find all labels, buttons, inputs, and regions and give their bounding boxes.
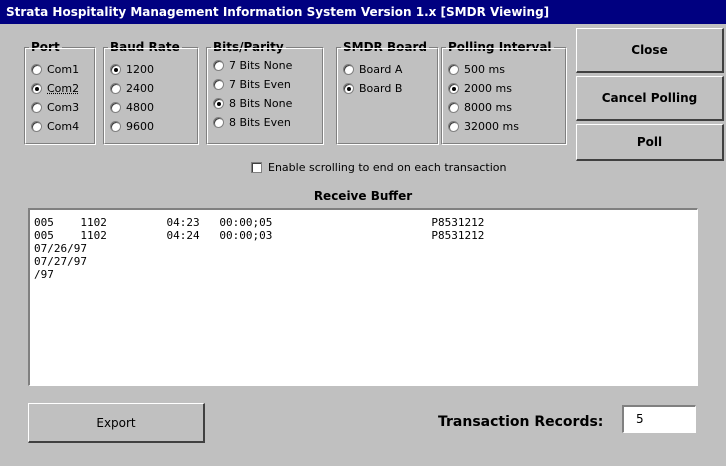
poll-radio-32000[interactable]: 32000 ms (448, 118, 519, 134)
smdr-radio-board-b[interactable]: Board B (343, 80, 402, 96)
poll-radio-500[interactable]: 500 ms (448, 61, 505, 77)
radio-button-icon (110, 63, 121, 75)
baud-radio-9600[interactable]: 9600 (110, 118, 154, 134)
baud-radio-1200[interactable]: 1200 (110, 61, 154, 77)
window-title: Strata Hospitality Management Informatio… (6, 5, 550, 19)
poll-radio-8000[interactable]: 8000 ms (448, 99, 512, 115)
radio-button-icon (343, 82, 354, 94)
bits-radio-8-even[interactable]: 8 Bits Even (213, 114, 291, 130)
port-group-label: Port (29, 39, 62, 55)
port-group: Port Com1 Com2 Com3 Com4 (24, 39, 96, 145)
smdr-board-group: SMDR Board Board A Board B (336, 39, 439, 145)
radio-button-icon (31, 120, 42, 132)
receive-buffer-textarea[interactable]: 005 1102 04:23 00:00;05 P8531212 005 110… (28, 208, 698, 386)
buffer-line: 07/27/97 (34, 255, 87, 268)
export-button[interactable]: Export (28, 403, 205, 443)
bits-radio-8-none[interactable]: 8 Bits None (213, 95, 292, 111)
radio-button-icon (213, 78, 224, 90)
baud-radio-2400[interactable]: 2400 (110, 80, 154, 96)
baud-rate-group-label: Baud Rate (108, 39, 182, 55)
polling-interval-group: Polling Interval 500 ms 2000 ms 8000 ms … (441, 39, 567, 145)
smdr-radio-board-a[interactable]: Board A (343, 61, 402, 77)
enable-scrolling-label: Enable scrolling to end on each transact… (268, 161, 507, 174)
port-radio-com3[interactable]: Com3 (31, 99, 79, 115)
buffer-line: 07/26/97 (34, 242, 87, 255)
radio-button-icon (448, 63, 459, 75)
bits-radio-7-none[interactable]: 7 Bits None (213, 57, 292, 73)
buffer-line: 005 1102 04:23 00:00;05 P8531212 (34, 216, 485, 229)
radio-button-icon (448, 120, 459, 132)
radio-button-icon (213, 97, 224, 109)
cancel-polling-button[interactable]: Cancel Polling (576, 76, 724, 121)
close-button[interactable]: Close (576, 28, 724, 73)
radio-button-icon (448, 101, 459, 113)
radio-button-icon (110, 82, 121, 94)
radio-button-icon (110, 120, 121, 132)
radio-button-icon (31, 101, 42, 113)
buffer-line: 005 1102 04:24 00:00;03 P8531212 (34, 229, 485, 242)
receive-buffer-title: Receive Buffer (313, 189, 413, 203)
port-radio-com1[interactable]: Com1 (31, 61, 79, 77)
radio-button-icon (213, 59, 224, 71)
radio-button-icon (31, 63, 42, 75)
baud-rate-group: Baud Rate 1200 2400 4800 9600 (103, 39, 199, 145)
bits-radio-7-even[interactable]: 7 Bits Even (213, 76, 291, 92)
poll-radio-2000[interactable]: 2000 ms (448, 80, 512, 96)
radio-button-icon (31, 82, 42, 94)
port-radio-com2[interactable]: Com2 (31, 80, 79, 96)
poll-button[interactable]: Poll (576, 124, 724, 161)
transaction-records-label: Transaction Records: (438, 414, 604, 430)
port-radio-com4[interactable]: Com4 (31, 118, 79, 134)
radio-button-icon (343, 63, 354, 75)
radio-button-icon (448, 82, 459, 94)
radio-button-icon (110, 101, 121, 113)
buffer-line: /97 (34, 268, 54, 281)
radio-button-icon (213, 116, 224, 128)
smdr-board-group-label: SMDR Board (341, 39, 429, 55)
enable-scrolling-checkbox[interactable]: Enable scrolling to end on each transact… (251, 161, 507, 174)
polling-interval-group-label: Polling Interval (446, 39, 554, 55)
baud-radio-4800[interactable]: 4800 (110, 99, 154, 115)
title-bar: Strata Hospitality Management Informatio… (0, 0, 726, 24)
bits-parity-group-label: Bits/Parity (211, 39, 286, 55)
bits-parity-group: Bits/Parity 7 Bits None 7 Bits Even 8 Bi… (206, 39, 324, 145)
transaction-records-field[interactable]: 5 (622, 405, 696, 433)
checkbox-icon (251, 162, 262, 173)
